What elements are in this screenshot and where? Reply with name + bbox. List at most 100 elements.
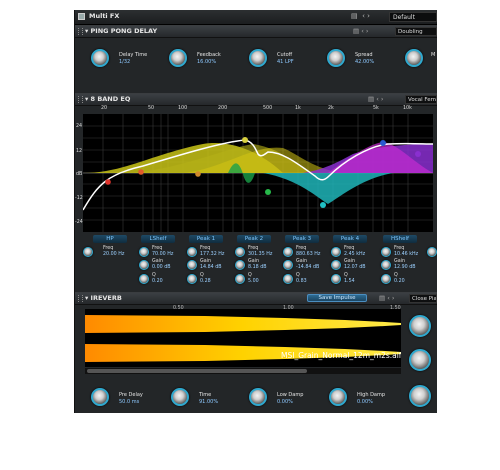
hp-band-node[interactable] — [105, 179, 111, 185]
preset-nav-arrows[interactable]: ▤ ‹ › — [351, 12, 370, 20]
peak2-gain-knob[interactable] — [235, 260, 245, 270]
next-preset-icon[interactable]: › — [381, 95, 384, 103]
band-peak4-header[interactable]: Peak 4 — [333, 235, 367, 243]
hshelf-gain-knob[interactable] — [381, 260, 391, 270]
feedback-knob[interactable] — [169, 49, 187, 67]
pre-delay-knob[interactable] — [91, 388, 109, 406]
prev-preset-icon[interactable]: ‹ — [362, 12, 365, 20]
hshelf-band-node[interactable] — [415, 151, 421, 157]
peak3-gain-knob[interactable] — [283, 260, 293, 270]
dry-knob[interactable] — [409, 315, 431, 337]
cutoff-knob[interactable] — [249, 49, 267, 67]
output-knob[interactable] — [409, 385, 431, 407]
peak1-gain-value: 14.84 dB — [200, 265, 222, 270]
eq-title: ▾ 8 BAND EQ — [85, 95, 130, 103]
peak2-freq-knob[interactable] — [235, 247, 245, 257]
window-preset-select[interactable]: Default — [389, 12, 437, 22]
peak4-gain-knob[interactable] — [331, 260, 341, 270]
save-icon[interactable]: ▤ — [368, 95, 374, 103]
high-damp-label: High Damp — [357, 392, 386, 398]
freq-tick-label: 1k — [295, 106, 301, 111]
peak3-gain-value: -14.84 dB — [296, 265, 320, 270]
freq-tick-label: 500 — [263, 106, 273, 111]
hp-freq-knob[interactable] — [83, 247, 93, 257]
peak3-band-node[interactable] — [320, 202, 326, 208]
save-icon[interactable]: ▤ — [379, 294, 385, 302]
peak1-gain-knob[interactable] — [187, 260, 197, 270]
peak2-band-node[interactable] — [265, 189, 271, 195]
impulse-waveform[interactable]: MSI_Grain_Normal_12m_m2s.aif — [85, 309, 401, 367]
eq-response-graph[interactable] — [83, 114, 433, 232]
peak3-q-knob[interactable] — [283, 274, 293, 284]
collapse-triangle-icon[interactable]: ▾ — [85, 95, 88, 103]
spread-knob[interactable] — [327, 49, 345, 67]
next-preset-icon[interactable]: › — [366, 27, 369, 35]
ireverb-preset-select[interactable]: Close Piano — [409, 294, 437, 303]
band-lshelf-header[interactable]: LShelf — [141, 235, 175, 243]
lshelf-node-2[interactable] — [195, 171, 201, 177]
panel-preset-nav[interactable]: ▤ ‹ › — [379, 294, 395, 302]
peak1-band-node[interactable] — [242, 137, 248, 143]
pre-delay-value: 50.0 ms — [119, 399, 140, 405]
high-damp-knob[interactable] — [329, 388, 347, 406]
save-icon[interactable]: ▤ — [351, 12, 358, 20]
panel-preset-nav[interactable]: ▤ ‹ › — [368, 95, 384, 103]
band-peak1-header[interactable]: Peak 1 — [189, 235, 223, 243]
prev-preset-icon[interactable]: ‹ — [376, 95, 379, 103]
lshelf-q-knob[interactable] — [139, 274, 149, 284]
wet-knob[interactable] — [409, 349, 431, 371]
peak2-q-knob[interactable] — [235, 274, 245, 284]
hshelf-q-label: Q — [394, 273, 398, 278]
drag-grip-icon[interactable] — [78, 96, 83, 103]
peak4-band-node[interactable] — [380, 140, 386, 146]
db-tick-label: dB — [76, 172, 83, 177]
low-damp-knob[interactable] — [249, 388, 267, 406]
lshelf-gain-value: 0.00 dB — [152, 265, 171, 270]
peak3-freq-knob[interactable] — [283, 247, 293, 257]
freq-tick-label: 2k — [328, 106, 334, 111]
peak2-freq-value: 301.35 Hz — [248, 252, 273, 257]
drag-grip-icon[interactable] — [78, 28, 83, 35]
band-hshelf-header[interactable]: HShelf — [383, 235, 417, 243]
lshelf-freq-knob[interactable] — [139, 247, 149, 257]
collapse-triangle-icon[interactable]: ▾ — [85, 294, 88, 302]
next-preset-icon[interactable]: › — [392, 294, 395, 302]
lshelf-band-node[interactable] — [138, 169, 144, 175]
ping-pong-delay-header: ▾ PING PONG DELAY ▤ ‹ › Doubling — [75, 26, 437, 38]
eight-band-eq-panel: ▾ 8 BAND EQ ▤ ‹ › Vocal Femu 20 50 100 2… — [75, 93, 437, 292]
collapse-triangle-icon[interactable]: ▾ — [85, 27, 88, 35]
save-impulse-button[interactable]: Save Impulse — [307, 294, 367, 302]
peak4-freq-knob[interactable] — [331, 247, 341, 257]
hshelf-q-knob[interactable] — [381, 274, 391, 284]
ping-pong-preset-select[interactable]: Doubling — [395, 27, 437, 36]
peak4-freq-label: Freq — [344, 246, 355, 251]
delay-time-knob[interactable] — [91, 49, 109, 67]
band-peak3-header[interactable]: Peak 3 — [285, 235, 319, 243]
waveform-scrollbar[interactable] — [85, 368, 401, 374]
waveform-scroll-thumb[interactable] — [87, 369, 307, 373]
peak1-q-knob[interactable] — [187, 274, 197, 284]
band-peak2-header[interactable]: Peak 2 — [237, 235, 271, 243]
prev-preset-icon[interactable]: ‹ — [387, 294, 390, 302]
peak2-freq-label: Freq — [248, 246, 259, 251]
drag-grip-icon[interactable] — [78, 295, 83, 302]
next-preset-icon[interactable]: › — [367, 12, 370, 20]
peak4-q-knob[interactable] — [331, 274, 341, 284]
hshelf-freq-knob[interactable] — [381, 247, 391, 257]
lshelf-gain-knob[interactable] — [139, 260, 149, 270]
eq-preset-select[interactable]: Vocal Femu — [405, 95, 437, 104]
hshelf-gain-value: 12.90 dB — [394, 265, 416, 270]
mix-knob[interactable] — [405, 49, 423, 67]
band-hp-header[interactable]: HP — [93, 235, 127, 243]
ireverb-header: ▾ IREVERB Save Impulse ▤ ‹ › Close Piano — [75, 293, 437, 305]
peak3-q-value: 0.83 — [296, 279, 307, 284]
panel-preset-nav[interactable]: ▤ ‹ › — [353, 27, 369, 35]
time-knob[interactable] — [171, 388, 189, 406]
ireverb-panel: ▾ IREVERB Save Impulse ▤ ‹ › Close Piano… — [75, 292, 437, 413]
lp-freq-knob[interactable] — [427, 247, 437, 257]
window-title: Multi FX — [89, 12, 120, 20]
freq-tick-label: 50 — [148, 106, 155, 111]
save-icon[interactable]: ▤ — [353, 27, 359, 35]
peak1-freq-knob[interactable] — [187, 247, 197, 257]
prev-preset-icon[interactable]: ‹ — [361, 27, 364, 35]
